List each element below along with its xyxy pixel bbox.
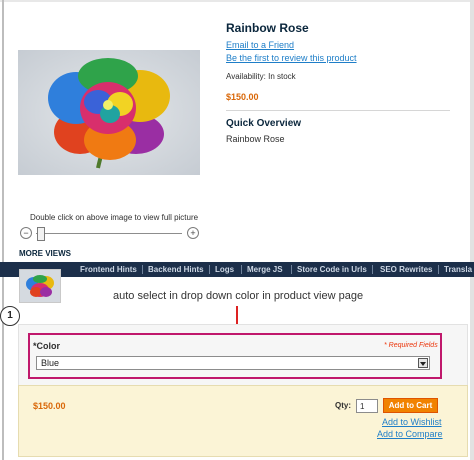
product-main-image[interactable] [18,50,200,175]
step-number-badge: 1 [0,306,20,326]
nav-item-seo-rewrites[interactable]: SEO Rewrites [380,262,432,277]
page-left-border [2,0,4,460]
page-right-border [470,0,474,460]
nav-item-logs[interactable]: Logs [215,262,234,277]
color-option-label: *Color [33,341,60,351]
nav-item-frontend-hints[interactable]: Frontend Hints [80,262,137,277]
zoom-out-icon[interactable]: − [20,227,32,239]
product-title: Rainbow Rose [226,21,309,35]
quick-overview-text: Rainbow Rose [226,134,285,144]
nav-item-backend-hints[interactable]: Backend Hints [148,262,204,277]
nav-item-merge-js[interactable]: Merge JS [247,262,283,277]
nav-separator [438,265,439,274]
nav-separator [142,265,143,274]
product-thumbnail[interactable] [19,269,61,303]
quick-overview-heading: Quick Overview [226,118,302,129]
zoom-in-icon[interactable]: + [187,227,199,239]
color-select-value: Blue [41,358,60,368]
more-views-heading: MORE VIEWS [19,249,72,258]
product-price: $150.00 [226,92,259,102]
zoom-hint-text: Double click on above image to view full… [30,213,199,222]
nav-separator [241,265,242,274]
zoom-slider-track[interactable] [36,233,182,234]
color-select[interactable]: Blue [36,356,430,370]
review-link[interactable]: Be the first to review this product [226,53,357,63]
nav-separator [209,265,210,274]
chevron-down-icon[interactable] [418,358,428,368]
developer-toolbar: Frontend Hints Backend Hints Logs Merge … [0,262,474,277]
zoom-slider-handle[interactable] [37,227,45,241]
page-top-border [0,0,474,2]
required-fields-note: * Required Fields [384,342,438,349]
add-to-compare-link[interactable]: Add to Compare [377,429,443,439]
qty-input[interactable]: 1 [356,399,378,413]
email-friend-link[interactable]: Email to a Friend [226,40,294,50]
divider [226,110,450,111]
nav-separator [372,265,373,274]
configured-price: $150.00 [33,401,66,411]
add-to-wishlist-link[interactable]: Add to Wishlist [382,417,442,427]
add-to-cart-button[interactable]: Add to Cart [383,398,438,413]
annotation-text: auto select in drop down color in produc… [113,290,364,302]
availability-text: Availability: In stock [226,72,296,81]
qty-label: Qty: [335,401,351,410]
nav-item-translate[interactable]: Transla [444,262,472,277]
nav-separator [291,265,292,274]
nav-item-store-code-in-urls[interactable]: Store Code in Urls [297,262,367,277]
